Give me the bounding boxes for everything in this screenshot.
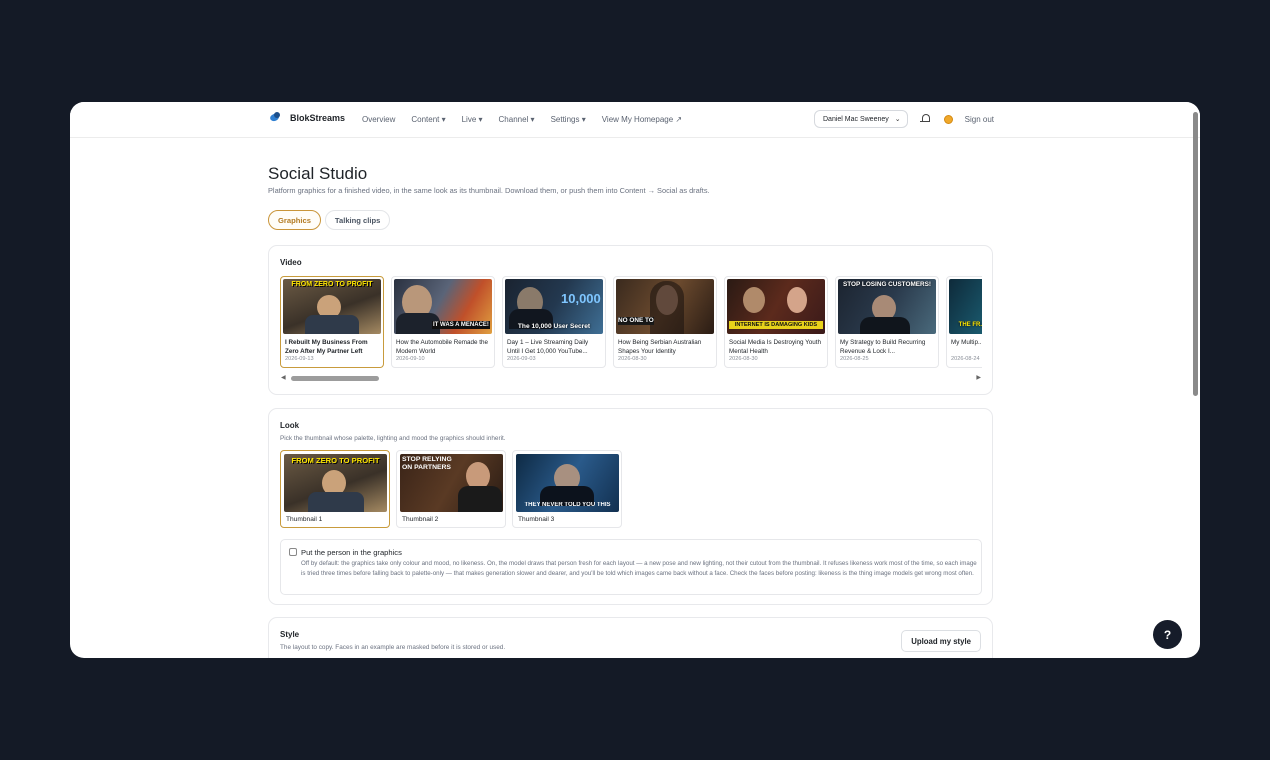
video-card: Video FROM ZERO TO PROFIT I Rebuilt My B… xyxy=(268,245,993,395)
sign-out-link[interactable]: Sign out xyxy=(965,115,994,124)
look-thumbnail: FROM ZERO TO PROFIT xyxy=(284,454,387,512)
video-date: 2026-08-30 xyxy=(618,356,647,362)
look-thumbnail: THEY NEVER TOLD YOU THIS xyxy=(516,454,619,512)
page-scrollbar[interactable] xyxy=(1193,110,1198,650)
nav-live[interactable]: Live ▾ xyxy=(462,115,483,124)
video-tile[interactable]: STOP LOSING CUSTOMERS! My Strategy to Bu… xyxy=(835,276,939,368)
video-date: 2026-09-03 xyxy=(507,356,536,362)
look-thumbnail: STOP RELYING ON PARTNERS xyxy=(400,454,503,512)
scrollbar-thumb[interactable] xyxy=(291,376,379,381)
video-date: 2026-08-24 xyxy=(951,356,980,362)
page-subtitle: Platform graphics for a finished video, … xyxy=(268,186,710,195)
chevron-down-icon: ⌄ xyxy=(894,116,901,123)
video-tile[interactable]: THE FR... My Multip... YouTube S... 2026… xyxy=(946,276,982,368)
tab-talking-clips[interactable]: Talking clips xyxy=(324,210,391,230)
nav-channel[interactable]: Channel ▾ xyxy=(499,115,535,124)
look-section-subtitle: Pick the thumbnail whose palette, lighti… xyxy=(280,435,506,442)
video-thumbnail: THE FR... xyxy=(949,279,982,334)
video-thumbnail: STOP LOSING CUSTOMERS! xyxy=(838,279,936,334)
video-title: Social Media Is Destroying Youth Mental … xyxy=(729,339,822,355)
thumbnail-options: FROM ZERO TO PROFIT Thumbnail 1 STOP REL… xyxy=(280,450,622,528)
main-nav: Overview Content ▾ Live ▾ Channel ▾ Sett… xyxy=(362,115,682,124)
video-section-title: Video xyxy=(280,258,302,267)
video-date: 2026-08-30 xyxy=(729,356,758,362)
video-title: Day 1 – Live Streaming Daily Until I Get… xyxy=(507,339,589,355)
brand[interactable]: BlokStreams xyxy=(270,112,345,123)
upload-my-style-button[interactable]: Upload my style xyxy=(901,630,981,652)
brand-name: BlokStreams xyxy=(290,112,346,123)
page-scrollbar-thumb[interactable] xyxy=(1193,112,1198,396)
app-window: BlokStreams Overview Content ▾ Live ▾ Ch… xyxy=(70,102,1200,658)
person-option-box: Put the person in the graphics Off by de… xyxy=(280,539,982,595)
video-tile[interactable]: NO ONE TOLD ME How Being Serbian Austral… xyxy=(613,276,717,368)
top-navbar: BlokStreams Overview Content ▾ Live ▾ Ch… xyxy=(70,102,1200,138)
video-title: How the Automobile Remade the Modern Wor… xyxy=(396,339,489,355)
look-section-title: Look xyxy=(280,421,300,430)
style-section-subtitle: The layout to copy. Faces in an example … xyxy=(280,644,506,651)
video-thumbnail: FROM ZERO TO PROFIT xyxy=(283,279,381,334)
video-tile[interactable]: FROM ZERO TO PROFIT I Rebuilt My Busines… xyxy=(280,276,384,368)
nav-overview[interactable]: Overview xyxy=(362,115,395,124)
look-card: Look Pick the thumbnail whose palette, l… xyxy=(268,408,993,605)
put-person-label[interactable]: Put the person in the graphics xyxy=(301,548,402,557)
user-select-value: Daniel Mac Sweeney xyxy=(823,115,889,123)
video-title: My Strategy to Build Recurring Revenue &… xyxy=(840,339,926,355)
thumbnail-name: Thumbnail 2 xyxy=(402,516,439,523)
video-carousel[interactable]: FROM ZERO TO PROFIT I Rebuilt My Busines… xyxy=(280,276,982,370)
page-title: Social Studio xyxy=(268,164,368,183)
video-thumbnail: 10,000 The 10,000 User Secret xyxy=(505,279,603,334)
put-person-description: Off by default: the graphics take only c… xyxy=(301,560,977,577)
channel-user-select[interactable]: Daniel Mac Sweeney ⌄ xyxy=(814,110,908,128)
thumbnail-option-2[interactable]: STOP RELYING ON PARTNERS Thumbnail 2 xyxy=(396,450,506,528)
video-tile[interactable]: 10,000 The 10,000 User Secret Day 1 – Li… xyxy=(502,276,606,368)
credits-coin-icon[interactable] xyxy=(943,114,953,124)
video-thumbnail: INTERNET IS DAMAGING KIDS xyxy=(727,279,825,334)
thumbnail-option-3[interactable]: THEY NEVER TOLD YOU THIS Thumbnail 3 xyxy=(512,450,622,528)
video-title: I Rebuilt My Business From Zero After My… xyxy=(285,339,368,355)
video-tile[interactable]: INTERNET IS DAMAGING KIDS Social Media I… xyxy=(724,276,828,368)
video-tile[interactable]: IT WAS A MENACE! How the Automobile Rema… xyxy=(391,276,495,368)
style-card: Style The layout to copy. Faces in an ex… xyxy=(268,617,993,658)
video-date: 2026-08-25 xyxy=(840,356,869,362)
put-person-checkbox[interactable] xyxy=(289,548,297,556)
video-date: 2026-09-13 xyxy=(285,356,314,362)
scroll-left-icon[interactable]: ◀ xyxy=(281,374,286,381)
video-thumbnail: IT WAS A MENACE! xyxy=(394,279,492,334)
mode-tabs: Graphics Talking clips xyxy=(268,210,391,230)
video-title: My Multip... YouTube S... xyxy=(951,339,982,346)
style-section-title: Style xyxy=(280,630,300,639)
tab-graphics[interactable]: Graphics xyxy=(268,210,321,230)
nav-view-homepage[interactable]: View My Homepage ↗ xyxy=(602,115,682,124)
video-date: 2026-09-10 xyxy=(396,356,425,362)
video-carousel-scrollbar[interactable]: ◀ ▶ xyxy=(281,374,981,382)
help-button[interactable]: ? xyxy=(1153,620,1182,649)
thumbnail-name: Thumbnail 3 xyxy=(518,516,555,523)
nav-content[interactable]: Content ▾ xyxy=(411,115,445,124)
thumbnail-name: Thumbnail 1 xyxy=(286,516,323,523)
video-thumbnail: NO ONE TOLD ME xyxy=(616,279,714,334)
scroll-right-icon[interactable]: ▶ xyxy=(976,374,981,381)
nav-settings[interactable]: Settings ▾ xyxy=(551,115,586,124)
blokstreams-logo-icon xyxy=(270,112,281,123)
nav-right: Daniel Mac Sweeney ⌄ Sign out xyxy=(814,110,994,128)
bell-icon[interactable] xyxy=(919,113,932,125)
thumbnail-option-1[interactable]: FROM ZERO TO PROFIT Thumbnail 1 xyxy=(280,450,390,528)
video-title: How Being Serbian Australian Shapes Your… xyxy=(618,339,702,355)
